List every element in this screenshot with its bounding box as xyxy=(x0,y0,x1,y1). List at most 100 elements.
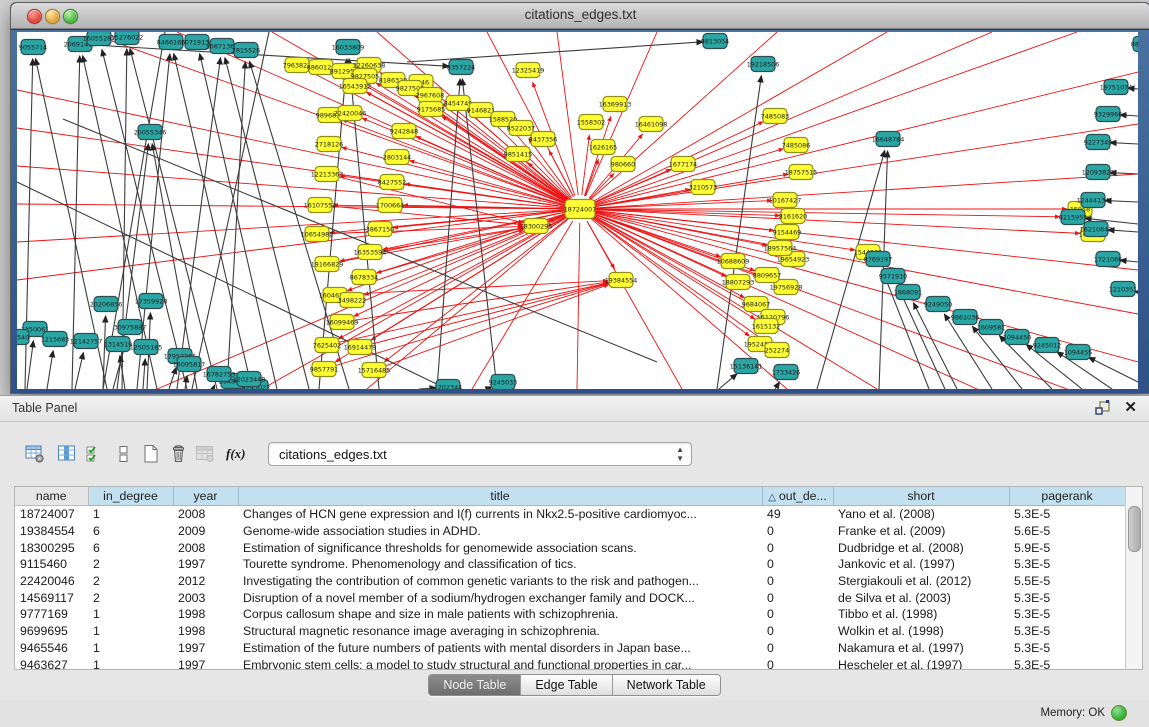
table-cell-name[interactable]: 18300295 xyxy=(15,539,88,556)
table-cell-year[interactable]: 2003 xyxy=(173,589,238,606)
table-cell-out_degree[interactable]: 0 xyxy=(762,539,833,556)
table-cell-year[interactable]: 1998 xyxy=(173,623,238,640)
table-cell-title[interactable]: Estimation of significance thresholds fo… xyxy=(238,539,762,556)
table-cell-in_degree[interactable]: 2 xyxy=(88,589,173,606)
table-cell-short[interactable]: Tibbo et al. (1998) xyxy=(833,606,1009,623)
column-header-out_degree[interactable]: △out_de... xyxy=(762,487,833,506)
tab-network-table[interactable]: Network Table xyxy=(612,675,720,695)
table-cell-short[interactable]: Franke et al. (2009) xyxy=(833,523,1009,540)
table-cell-pagerank[interactable]: 5.5E-5 xyxy=(1009,573,1125,590)
table-cell-pagerank[interactable]: 5.3E-5 xyxy=(1009,656,1125,670)
table-cell-out_degree[interactable]: 0 xyxy=(762,623,833,640)
table-cell-short[interactable]: Stergiakouli et al. (2012) xyxy=(833,573,1009,590)
table-cell-pagerank[interactable]: 5.3E-5 xyxy=(1009,640,1125,657)
table-cell-short[interactable]: Nakamura et al. (1997) xyxy=(833,640,1009,657)
memory-ok-indicator[interactable] xyxy=(1111,705,1127,721)
table-cell-year[interactable]: 1997 xyxy=(173,640,238,657)
close-panel-icon[interactable]: ✕ xyxy=(1124,399,1137,417)
column-header-title[interactable]: title xyxy=(238,487,762,506)
table-cell-short[interactable]: Wolkin et al. (1998) xyxy=(833,623,1009,640)
table-cell-in_degree[interactable]: 1 xyxy=(88,606,173,623)
table-cell-name[interactable]: 18724007 xyxy=(15,506,88,523)
table-cell-title[interactable]: Investigating the contribution of common… xyxy=(238,573,762,590)
table-cell-pagerank[interactable]: 5.3E-5 xyxy=(1009,506,1125,523)
table-row[interactable]: 1456911722003Disruption of a novel membe… xyxy=(15,589,1125,606)
window-titlebar[interactable]: citations_edges.txt xyxy=(11,3,1149,29)
column-header-in_degree[interactable]: in_degree xyxy=(88,487,173,506)
table-cell-name[interactable]: 22420046 xyxy=(15,573,88,590)
table-cell-title[interactable]: Changes of HCN gene expression and I(f) … xyxy=(238,506,762,523)
table-cell-name[interactable]: 9699695 xyxy=(15,623,88,640)
table-cell-pagerank[interactable]: 5.3E-5 xyxy=(1009,623,1125,640)
table-row[interactable]: 2242004622012Investigating the contribut… xyxy=(15,573,1125,590)
tab-edge-table[interactable]: Edge Table xyxy=(520,675,611,695)
table-row[interactable]: 1938455462009Genome-wide association stu… xyxy=(15,523,1125,540)
table-cell-in_degree[interactable]: 6 xyxy=(88,523,173,540)
table-cell-year[interactable]: 1997 xyxy=(173,556,238,573)
table-row[interactable]: 946554611997Estimation of the future num… xyxy=(15,640,1125,657)
table-cell-year[interactable]: 1997 xyxy=(173,656,238,670)
table-scrollbar[interactable] xyxy=(1125,487,1142,669)
delete-table-icon[interactable] xyxy=(192,441,218,469)
delete-column-icon[interactable] xyxy=(166,441,192,469)
table-cell-pagerank[interactable]: 5.3E-5 xyxy=(1009,556,1125,573)
table-cell-in_degree[interactable]: 6 xyxy=(88,539,173,556)
table-cell-title[interactable]: Genome-wide association studies in ADHD. xyxy=(238,523,762,540)
table-cell-year[interactable]: 2012 xyxy=(173,573,238,590)
table-cell-name[interactable]: 9465546 xyxy=(15,640,88,657)
table-cell-year[interactable]: 1998 xyxy=(173,606,238,623)
column-header-short[interactable]: short xyxy=(833,487,1009,506)
table-cell-out_degree[interactable]: 0 xyxy=(762,556,833,573)
table-cell-pagerank[interactable]: 5.3E-5 xyxy=(1009,606,1125,623)
table-row[interactable]: 1830029562008Estimation of significance … xyxy=(15,539,1125,556)
table-cell-out_degree[interactable]: 0 xyxy=(762,589,833,606)
table-cell-title[interactable]: Structural magnetic resonance image aver… xyxy=(238,623,762,640)
select-all-icon[interactable] xyxy=(82,441,108,469)
column-header-year[interactable]: year xyxy=(173,487,238,506)
unselect-all-icon[interactable] xyxy=(111,441,137,469)
column-header-name[interactable]: name xyxy=(15,487,88,506)
table-cell-title[interactable]: Embryonic stem cells: a model to study s… xyxy=(238,656,762,670)
tab-node-table[interactable]: Node Table xyxy=(429,675,520,695)
table-row[interactable]: 1872400712008Changes of HCN gene express… xyxy=(15,506,1125,523)
table-cell-title[interactable]: Corpus callosum shape and size in male p… xyxy=(238,606,762,623)
table-row[interactable]: 969969511998Structural magnetic resonanc… xyxy=(15,623,1125,640)
table-cell-in_degree[interactable]: 2 xyxy=(88,556,173,573)
table-cell-in_degree[interactable]: 1 xyxy=(88,656,173,670)
create-new-column-icon[interactable] xyxy=(138,441,164,469)
table-cell-pagerank[interactable]: 5.3E-5 xyxy=(1009,589,1125,606)
table-cell-year[interactable]: 2009 xyxy=(173,523,238,540)
table-selector-dropdown[interactable]: citations_edges.txt ▲▼ xyxy=(268,442,692,466)
table-cell-out_degree[interactable]: 0 xyxy=(762,606,833,623)
table-cell-name[interactable]: 9777169 xyxy=(15,606,88,623)
table-cell-in_degree[interactable]: 1 xyxy=(88,623,173,640)
table-cell-title[interactable]: Estimation of the future numbers of pati… xyxy=(238,640,762,657)
manage-table-settings-icon[interactable] xyxy=(22,441,48,469)
table-cell-year[interactable]: 2008 xyxy=(173,539,238,556)
table-cell-pagerank[interactable]: 5.6E-5 xyxy=(1009,523,1125,540)
table-row[interactable]: 977716911998Corpus callosum shape and si… xyxy=(15,606,1125,623)
table-cell-out_degree[interactable]: 0 xyxy=(762,656,833,670)
table-cell-title[interactable]: Disruption of a novel member of a sodium… xyxy=(238,589,762,606)
table-row[interactable]: 946362711997Embryonic stem cells: a mode… xyxy=(15,656,1125,670)
table-cell-short[interactable]: Hescheler et al. (1997) xyxy=(833,656,1009,670)
table-cell-name[interactable]: 9115460 xyxy=(15,556,88,573)
table-cell-short[interactable]: de Silva et al. (2003) xyxy=(833,589,1009,606)
table-cell-short[interactable]: Jankovic et al. (1997) xyxy=(833,556,1009,573)
table-cell-name[interactable]: 14569117 xyxy=(15,589,88,606)
table-cell-name[interactable]: 19384554 xyxy=(15,523,88,540)
table-cell-short[interactable]: Dudbridge et al. (2008) xyxy=(833,539,1009,556)
table-scrollbar-thumb[interactable] xyxy=(1128,506,1141,552)
show-column-icon[interactable] xyxy=(54,441,80,469)
table-cell-pagerank[interactable]: 5.9E-5 xyxy=(1009,539,1125,556)
table-cell-short[interactable]: Yano et al. (2008) xyxy=(833,506,1009,523)
network-graph-canvas[interactable]: 1872400779638228860128891295422260638982… xyxy=(17,32,1138,389)
table-row[interactable]: 911546021997Tourette syndrome. Phenomeno… xyxy=(15,556,1125,573)
table-cell-out_degree[interactable]: 49 xyxy=(762,506,833,523)
float-panel-icon[interactable] xyxy=(1095,400,1111,416)
table-cell-in_degree[interactable]: 2 xyxy=(88,573,173,590)
function-builder-icon[interactable]: f(x) xyxy=(224,441,250,469)
table-cell-year[interactable]: 2008 xyxy=(173,506,238,523)
table-cell-out_degree[interactable]: 0 xyxy=(762,640,833,657)
table-cell-name[interactable]: 9463627 xyxy=(15,656,88,670)
